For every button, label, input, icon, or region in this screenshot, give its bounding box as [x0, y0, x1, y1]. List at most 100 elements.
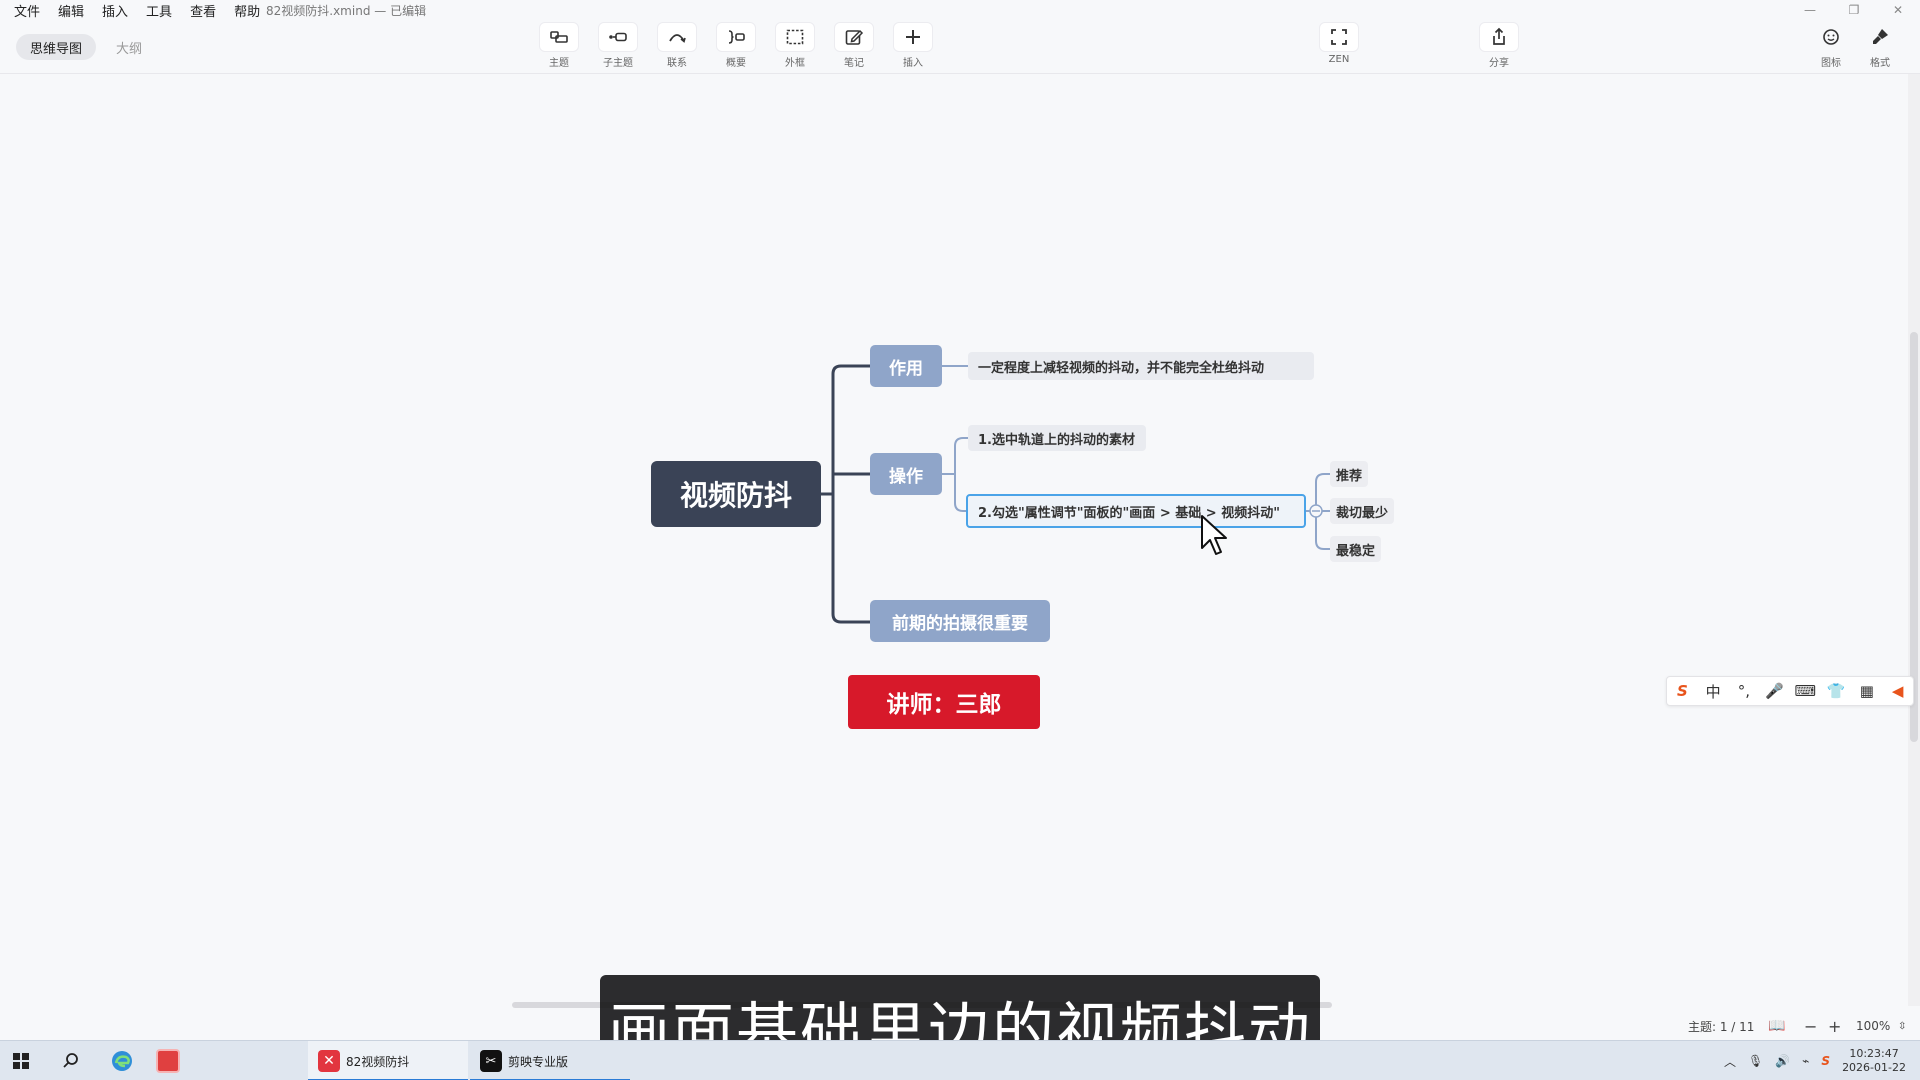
volume-icon[interactable]: 🔊	[1775, 1054, 1790, 1068]
skin-icon[interactable]: 👕	[1824, 682, 1848, 700]
subtopic-label: 子主题	[603, 58, 633, 69]
system-tray: ︿ 🎙 🔊 ⌁ S 10:23:47 2026-01-22	[1724, 1041, 1906, 1080]
summary-label: 概要	[726, 58, 746, 69]
topic-icon	[550, 31, 568, 43]
taskbar-app-xmind-label: 82视频防抖	[346, 1054, 410, 1069]
restore-button[interactable]: ❐	[1832, 0, 1876, 20]
mindmap-canvas[interactable]	[0, 74, 1908, 1006]
zoom-out-button[interactable]: −	[1804, 1016, 1817, 1036]
sogou-tray-icon[interactable]: S	[1821, 1054, 1830, 1068]
share-button[interactable]: 分享	[1474, 22, 1524, 69]
taskbar: ✕ 82视频防抖 ✂ 剪映专业版 ︿ 🎙 🔊 ⌁ S 10:23:47 2026…	[0, 1040, 1920, 1080]
boundary-icon	[786, 29, 804, 45]
notes-label: 笔记	[844, 58, 864, 69]
collapse-icon[interactable]: ◀	[1886, 682, 1910, 700]
icon-panel-button[interactable]: 图标	[1806, 22, 1856, 69]
windows-logo-icon	[13, 1053, 29, 1069]
pinned-app-button[interactable]	[156, 1041, 180, 1080]
fullscreen-icon	[1331, 29, 1347, 45]
menu-edit[interactable]: 编辑	[58, 1, 84, 20]
mouse-cursor-icon	[1201, 515, 1227, 555]
zoom-in-button[interactable]: +	[1828, 1016, 1841, 1036]
taskbar-app-xmind[interactable]: ✕ 82视频防抖	[308, 1041, 468, 1080]
minimize-button[interactable]: —	[1788, 0, 1832, 20]
icon-panel-label: 图标	[1821, 58, 1841, 69]
summary-icon	[728, 30, 745, 44]
zoom-stepper-icon[interactable]: ⇳	[1898, 1016, 1906, 1036]
microphone-tray-icon[interactable]: 🎙	[1748, 1054, 1763, 1068]
xmind-icon: ✕	[318, 1050, 340, 1072]
top-bar: 文件 编辑 插入 工具 查看 帮助 82视频防抖.xmind — 已编辑 — ❐…	[0, 0, 1920, 74]
sogou-logo-icon[interactable]: S	[1670, 682, 1694, 700]
insert-label: 插入	[903, 58, 923, 69]
jianying-icon: ✂	[480, 1050, 502, 1072]
leaf-recommended[interactable]: 推荐	[1330, 461, 1369, 487]
format-label: 格式	[1870, 58, 1890, 69]
document-filename: 82视频防抖.xmind	[266, 4, 371, 18]
menu-tools[interactable]: 工具	[146, 1, 172, 20]
subtopic-step-2[interactable]: 2.勾选"属性调节"面板的"画面 > 基础 > 视频抖动"	[966, 494, 1306, 528]
tab-mindmap[interactable]: 思维导图	[16, 34, 97, 60]
edge-browser-button[interactable]	[110, 1041, 134, 1080]
search-icon	[63, 1053, 78, 1068]
document-title: 82视频防抖.xmind — 已编辑	[266, 2, 426, 19]
menu-file[interactable]: 文件	[14, 1, 40, 20]
edge-icon	[112, 1051, 132, 1071]
taskbar-app-jianying[interactable]: ✂ 剪映专业版	[470, 1041, 630, 1080]
red-app-icon	[156, 1049, 180, 1073]
clock-time: 10:23:47	[1849, 1047, 1899, 1060]
vertical-scrollbar[interactable]	[1908, 74, 1920, 1006]
zen-button[interactable]: ZEN	[1314, 22, 1364, 65]
format-button[interactable]: 格式	[1855, 22, 1905, 69]
leaf-most-stable[interactable]: 最稳定	[1330, 536, 1382, 562]
share-label: 分享	[1489, 58, 1509, 69]
network-icon[interactable]: ⌁	[1802, 1054, 1809, 1068]
map-view-icon[interactable]: 📖	[1768, 1016, 1785, 1036]
notes-button[interactable]: 笔记	[829, 22, 879, 69]
grid-icon[interactable]: ▦	[1855, 682, 1879, 700]
boundary-label: 外框	[785, 58, 805, 69]
summary-button[interactable]: 概要	[711, 22, 761, 69]
subtopic-step-1[interactable]: 1.选中轨道上的抖动的素材	[968, 425, 1146, 451]
share-icon	[1493, 27, 1505, 45]
main-topic-operation[interactable]: 操作	[870, 453, 942, 495]
central-topic[interactable]: 视频防抖	[651, 461, 821, 527]
ime-chinese-mode[interactable]: 中	[1701, 681, 1725, 702]
relationship-label: 联系	[667, 58, 687, 69]
microphone-icon[interactable]: 🎤	[1763, 682, 1787, 700]
topic-button[interactable]: 主题	[534, 22, 584, 69]
zen-label: ZEN	[1328, 54, 1350, 65]
menu-view[interactable]: 查看	[190, 1, 216, 20]
menu-bar: 文件 编辑 插入 工具 查看 帮助	[14, 1, 260, 20]
chevron-up-icon[interactable]: ︿	[1724, 1053, 1736, 1070]
relationship-button[interactable]: 联系	[652, 22, 702, 69]
close-button[interactable]: ✕	[1876, 0, 1920, 20]
main-topic-effect[interactable]: 作用	[870, 345, 942, 387]
subtopic-icon	[609, 32, 627, 42]
relationship-icon	[669, 34, 686, 43]
brush-icon	[1873, 29, 1888, 44]
document-status: — 已编辑	[374, 4, 427, 18]
boundary-button[interactable]: 外框	[770, 22, 820, 69]
clock[interactable]: 10:23:47 2026-01-22	[1842, 1047, 1906, 1075]
zoom-level[interactable]: 100%	[1856, 1016, 1890, 1036]
ime-punctuation[interactable]: °,	[1732, 682, 1756, 700]
leaf-least-crop[interactable]: 裁切最少	[1330, 498, 1395, 524]
menu-help[interactable]: 帮助	[234, 1, 260, 20]
main-topic-shooting[interactable]: 前期的拍摄很重要	[870, 600, 1050, 642]
subtopic-effect-description[interactable]: 一定程度上减轻视频的抖动，并不能完全杜绝抖动	[968, 352, 1314, 380]
tab-outline[interactable]: 大纲	[102, 34, 156, 60]
subtopic-button[interactable]: 子主题	[593, 22, 643, 69]
insert-button[interactable]: 插入	[888, 22, 938, 69]
view-tabs: 思维导图 大纲	[16, 34, 156, 60]
taskbar-app-jianying-label: 剪映专业版	[508, 1054, 569, 1069]
menu-insert[interactable]: 插入	[102, 1, 128, 20]
floating-topic-teacher[interactable]: 讲师：三郎	[848, 675, 1040, 729]
topic-label: 主题	[549, 58, 569, 69]
start-button[interactable]	[12, 1041, 30, 1080]
plus-icon	[906, 30, 920, 44]
smiley-icon	[1823, 29, 1839, 45]
notes-icon	[845, 29, 864, 45]
keyboard-icon[interactable]: ⌨	[1793, 682, 1817, 700]
search-button[interactable]	[62, 1041, 80, 1080]
